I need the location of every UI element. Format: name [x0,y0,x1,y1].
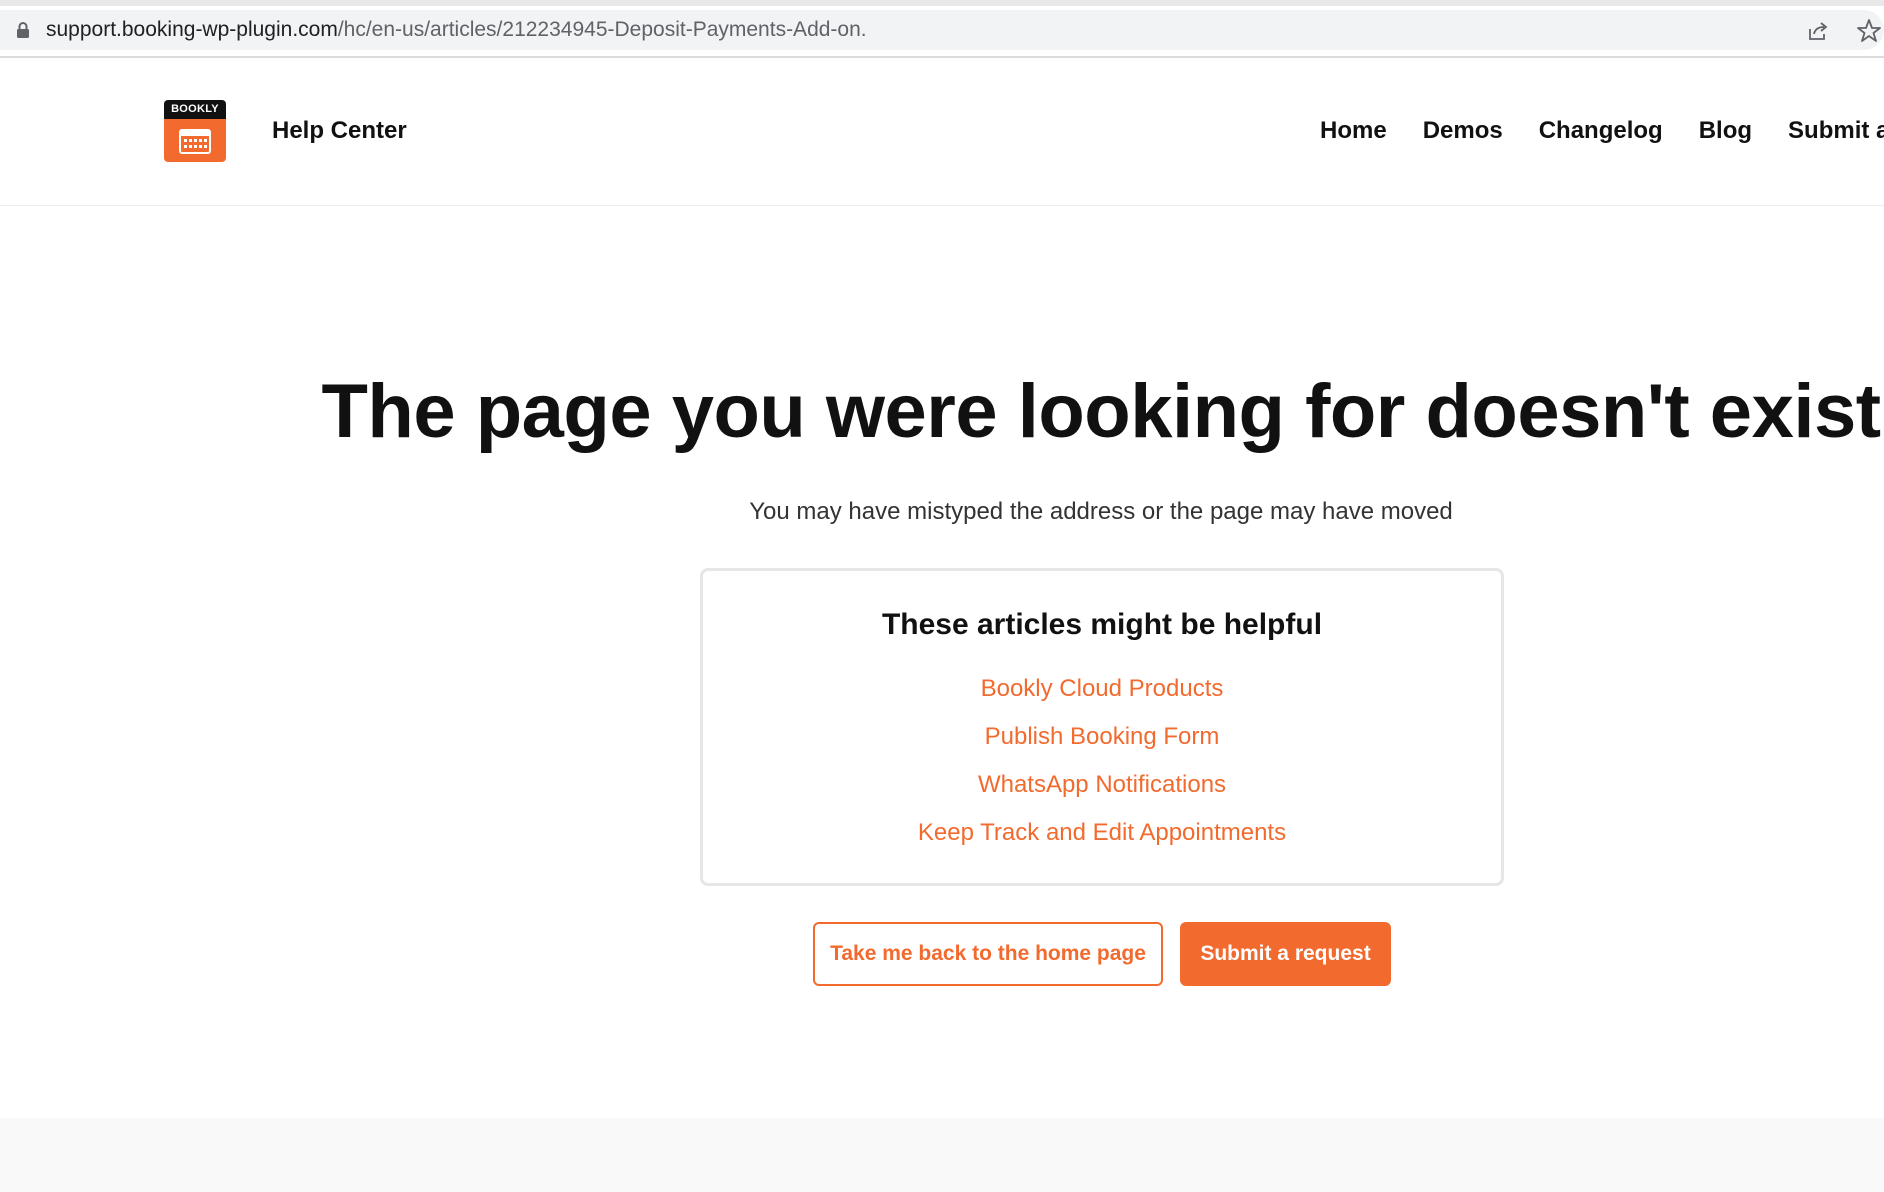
page-subtitle: You may have mistyped the address or the… [749,498,1453,525]
url-text[interactable]: support.booking-wp-plugin.com/hc/en-us/a… [46,19,867,41]
list-item: Publish Booking Form [703,719,1501,767]
page-title: The page you were looking for doesn't ex… [321,369,1881,454]
nav-home[interactable]: Home [1320,117,1387,145]
bookly-logo[interactable]: BOOKLY [164,100,226,162]
nav-demos[interactable]: Demos [1423,117,1503,145]
logo-text: BOOKLY [164,100,226,119]
helpful-articles-box: These articles might be helpful Bookly C… [700,568,1504,886]
url-path: /hc/en-us/articles/212234945-Deposit-Pay… [337,18,867,41]
browser-toolbar: support.booking-wp-plugin.com/hc/en-us/a… [0,0,1884,58]
article-link[interactable]: Publish Booking Form [985,723,1220,750]
list-item: Keep Track and Edit Appointments [703,815,1501,863]
footer [0,1118,1884,1192]
list-item: WhatsApp Notifications [703,767,1501,815]
helpful-articles-list: Bookly Cloud Products Publish Booking Fo… [703,671,1501,863]
helpful-articles-heading: These articles might be helpful [881,608,1323,641]
submit-request-button[interactable]: Submit a request [1180,922,1391,986]
article-link[interactable]: Keep Track and Edit Appointments [918,819,1286,846]
tab-strip [0,0,1884,6]
article-link[interactable]: Bookly Cloud Products [981,675,1224,702]
back-home-button[interactable]: Take me back to the home page [813,922,1163,986]
nav-blog[interactable]: Blog [1699,117,1752,145]
share-icon[interactable] [1806,19,1830,43]
bookmark-star-icon[interactable] [1856,18,1882,44]
url-domain: support.booking-wp-plugin.com [46,18,338,41]
lock-icon[interactable] [14,21,32,39]
main-nav: Home Demos Changelog Blog Submit a re [1320,117,1884,145]
nav-submit-request[interactable]: Submit a re [1788,117,1884,145]
list-item: Bookly Cloud Products [703,671,1501,719]
address-bar[interactable]: support.booking-wp-plugin.com/hc/en-us/a… [0,10,1884,50]
nav-changelog[interactable]: Changelog [1539,117,1663,145]
logo-background [164,119,226,162]
site-header: BOOKLY Help Center Home Demos Changelog … [0,58,1884,206]
site-title[interactable]: Help Center [272,117,407,145]
article-link[interactable]: WhatsApp Notifications [978,771,1226,798]
calendar-icon [179,129,211,154]
